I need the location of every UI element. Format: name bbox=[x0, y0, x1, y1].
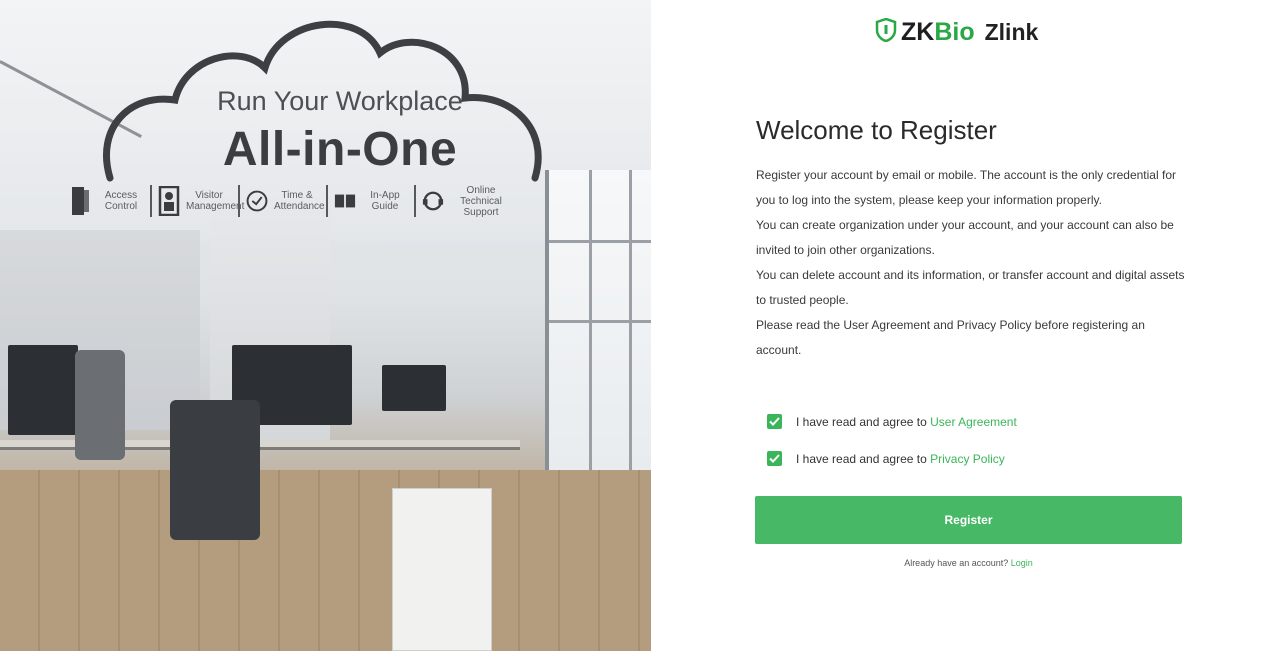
user-agreement-checkbox[interactable] bbox=[767, 414, 782, 429]
feature-label: Online Technical Support bbox=[460, 184, 502, 218]
privacy-policy-checkbox[interactable] bbox=[767, 451, 782, 466]
description-paragraph: You can delete account and its informati… bbox=[756, 268, 1185, 307]
description-paragraph: You can create organization under your a… bbox=[756, 218, 1174, 257]
hero-panel: Run Your Workplace All-in-One Access Con… bbox=[0, 0, 651, 651]
privacy-policy-link[interactable]: Privacy Policy bbox=[930, 452, 1005, 466]
shield-logo-icon bbox=[875, 17, 897, 47]
logo-text: ZKBio bbox=[901, 18, 975, 47]
hero-title: All-in-One bbox=[222, 123, 458, 176]
user-agreement-link[interactable]: User Agreement bbox=[930, 415, 1017, 429]
page-title: Welcome to Register bbox=[756, 115, 997, 145]
feature-label: Visitor Management bbox=[186, 190, 245, 212]
hero-window bbox=[545, 170, 651, 470]
book-icon bbox=[334, 186, 356, 216]
feature-time-attendance: Time & Attendance bbox=[240, 178, 326, 224]
feature-access-control: Access Control bbox=[64, 178, 150, 224]
description-paragraph: Please read the User Agreement and Priva… bbox=[756, 318, 1145, 357]
door-icon bbox=[70, 186, 92, 216]
feature-strip: Access Control Visitor Management Time &… bbox=[64, 178, 518, 224]
clock-icon bbox=[246, 186, 268, 216]
feature-label: Time & Attendance bbox=[274, 190, 325, 212]
logo-prefix: ZK bbox=[901, 18, 935, 46]
logo-bio: Bio bbox=[934, 18, 975, 46]
logo-suffix: Zlink bbox=[984, 19, 1039, 45]
agree-text: I have read and agree to bbox=[796, 451, 927, 466]
user-agreement-row: I have read and agree to User Agreement bbox=[767, 414, 1017, 429]
hero-chair bbox=[170, 400, 260, 540]
hero-tagline: Run Your Workplace bbox=[217, 86, 463, 116]
visitor-icon bbox=[158, 186, 180, 216]
feature-in-app-guide: In-App Guide bbox=[328, 178, 414, 224]
feature-online-support: Online Technical Support bbox=[416, 178, 518, 224]
login-prompt: Already have an account? Login bbox=[755, 558, 1182, 568]
hero-monitor bbox=[8, 345, 78, 435]
hero-chair bbox=[75, 350, 125, 460]
hero-monitor bbox=[382, 365, 446, 411]
login-link[interactable]: Login bbox=[1011, 558, 1033, 568]
agree-text: I have read and agree to bbox=[796, 414, 927, 429]
register-description: Register your account by email or mobile… bbox=[756, 163, 1186, 363]
support-icon bbox=[422, 186, 444, 216]
description-paragraph: Register your account by email or mobile… bbox=[756, 168, 1176, 207]
brand-logo: ZKBio Zlink bbox=[875, 17, 1039, 47]
register-button[interactable]: Register bbox=[755, 496, 1182, 544]
feature-label: Access Control bbox=[104, 190, 138, 212]
hero-cabinet bbox=[392, 488, 492, 651]
feature-visitor-management: Visitor Management bbox=[152, 178, 245, 224]
feature-label: In-App Guide bbox=[370, 190, 400, 212]
privacy-policy-row: I have read and agree to Privacy Policy bbox=[767, 451, 1005, 466]
already-have-account-text: Already have an account? bbox=[904, 558, 1009, 568]
hero-floor bbox=[0, 470, 651, 651]
